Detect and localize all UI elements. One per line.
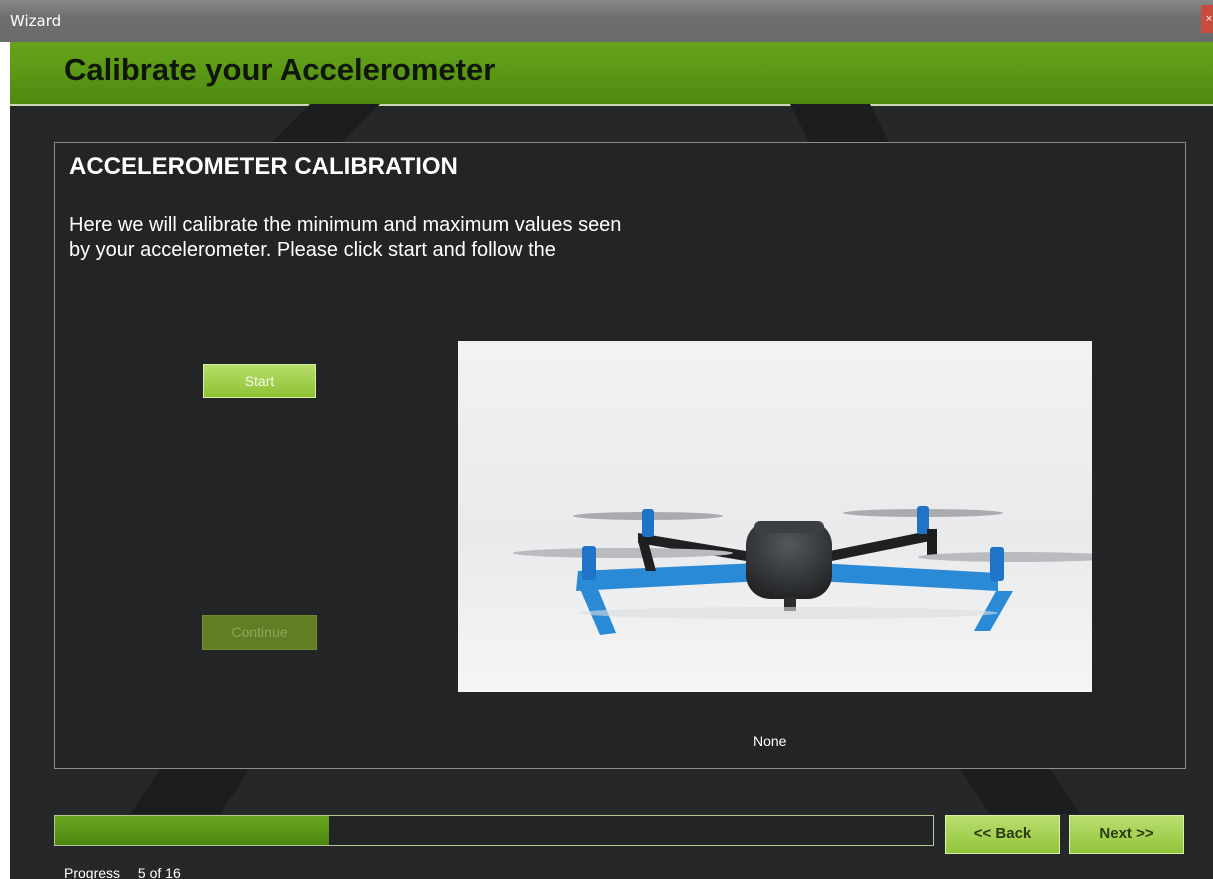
description-line-2: by your accelerometer. Please click star… xyxy=(69,239,556,261)
progress-fill xyxy=(55,816,330,845)
close-icon[interactable]: × xyxy=(1201,5,1213,33)
panel-description: Here we will calibrate the minimum and m… xyxy=(69,213,769,263)
start-button[interactable]: Start xyxy=(203,364,316,398)
wizard-window: Wizard × Calibrate your Accelerometer AC… xyxy=(0,0,1213,879)
next-button-label: Next >> xyxy=(1099,825,1154,842)
page-title: Calibrate your Accelerometer xyxy=(64,52,496,87)
window-title: Wizard xyxy=(10,12,62,30)
wizard-banner: Calibrate your Accelerometer xyxy=(10,42,1213,106)
description-line-1: Here we will calibrate the minimum and m… xyxy=(69,214,622,236)
progress-text: Progress 5 of 16 xyxy=(64,865,195,879)
back-button-label: << Back xyxy=(973,825,1032,842)
calibration-status: None xyxy=(753,733,787,749)
panel-title: ACCELEROMETER CALIBRATION xyxy=(69,153,458,180)
quadcopter-image xyxy=(458,341,1092,692)
title-bar: Wizard × xyxy=(0,0,1213,42)
back-button[interactable]: << Back xyxy=(945,815,1060,854)
calibration-panel: ACCELEROMETER CALIBRATION Here we will c… xyxy=(54,142,1186,769)
progress-value: 5 of 16 xyxy=(137,865,181,879)
progress-label: Progress xyxy=(64,865,121,879)
left-edge-strip xyxy=(0,42,10,879)
quadcopter-illustration xyxy=(458,341,1092,692)
progress-bar xyxy=(54,815,934,846)
continue-button[interactable]: Continue xyxy=(202,615,317,650)
next-button[interactable]: Next >> xyxy=(1069,815,1184,854)
